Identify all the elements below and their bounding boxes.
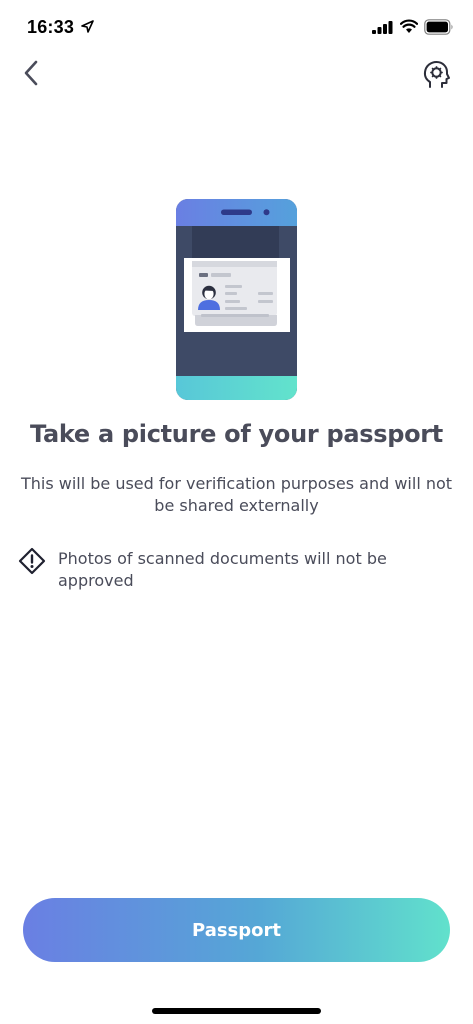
phone-with-passport-illustration <box>176 199 297 400</box>
passport-button[interactable]: Passport <box>23 898 450 962</box>
passport-button-label: Passport <box>191 919 281 941</box>
wifi-icon <box>400 19 418 33</box>
support-head-icon <box>423 61 450 88</box>
home-indicator[interactable] <box>152 1008 321 1014</box>
location-arrow-icon <box>81 20 94 33</box>
status-time: 16:33 <box>27 17 75 37</box>
chevron-left-icon <box>24 60 38 86</box>
back-button[interactable] <box>16 58 46 88</box>
warning-text: Photos of scanned documents will not be … <box>58 549 387 590</box>
battery-icon <box>424 19 453 35</box>
status-bar: 16:33 <box>0 0 473 54</box>
cellular-signal-icon <box>372 21 393 34</box>
support-button[interactable] <box>420 59 452 91</box>
warning-notice: Photos of scanned documents will not be … <box>18 547 458 597</box>
page-title: Take a picture of your passport <box>30 420 443 448</box>
page-subtitle: This will be used for verification purpo… <box>20 474 453 515</box>
warning-diamond-icon <box>18 547 46 575</box>
